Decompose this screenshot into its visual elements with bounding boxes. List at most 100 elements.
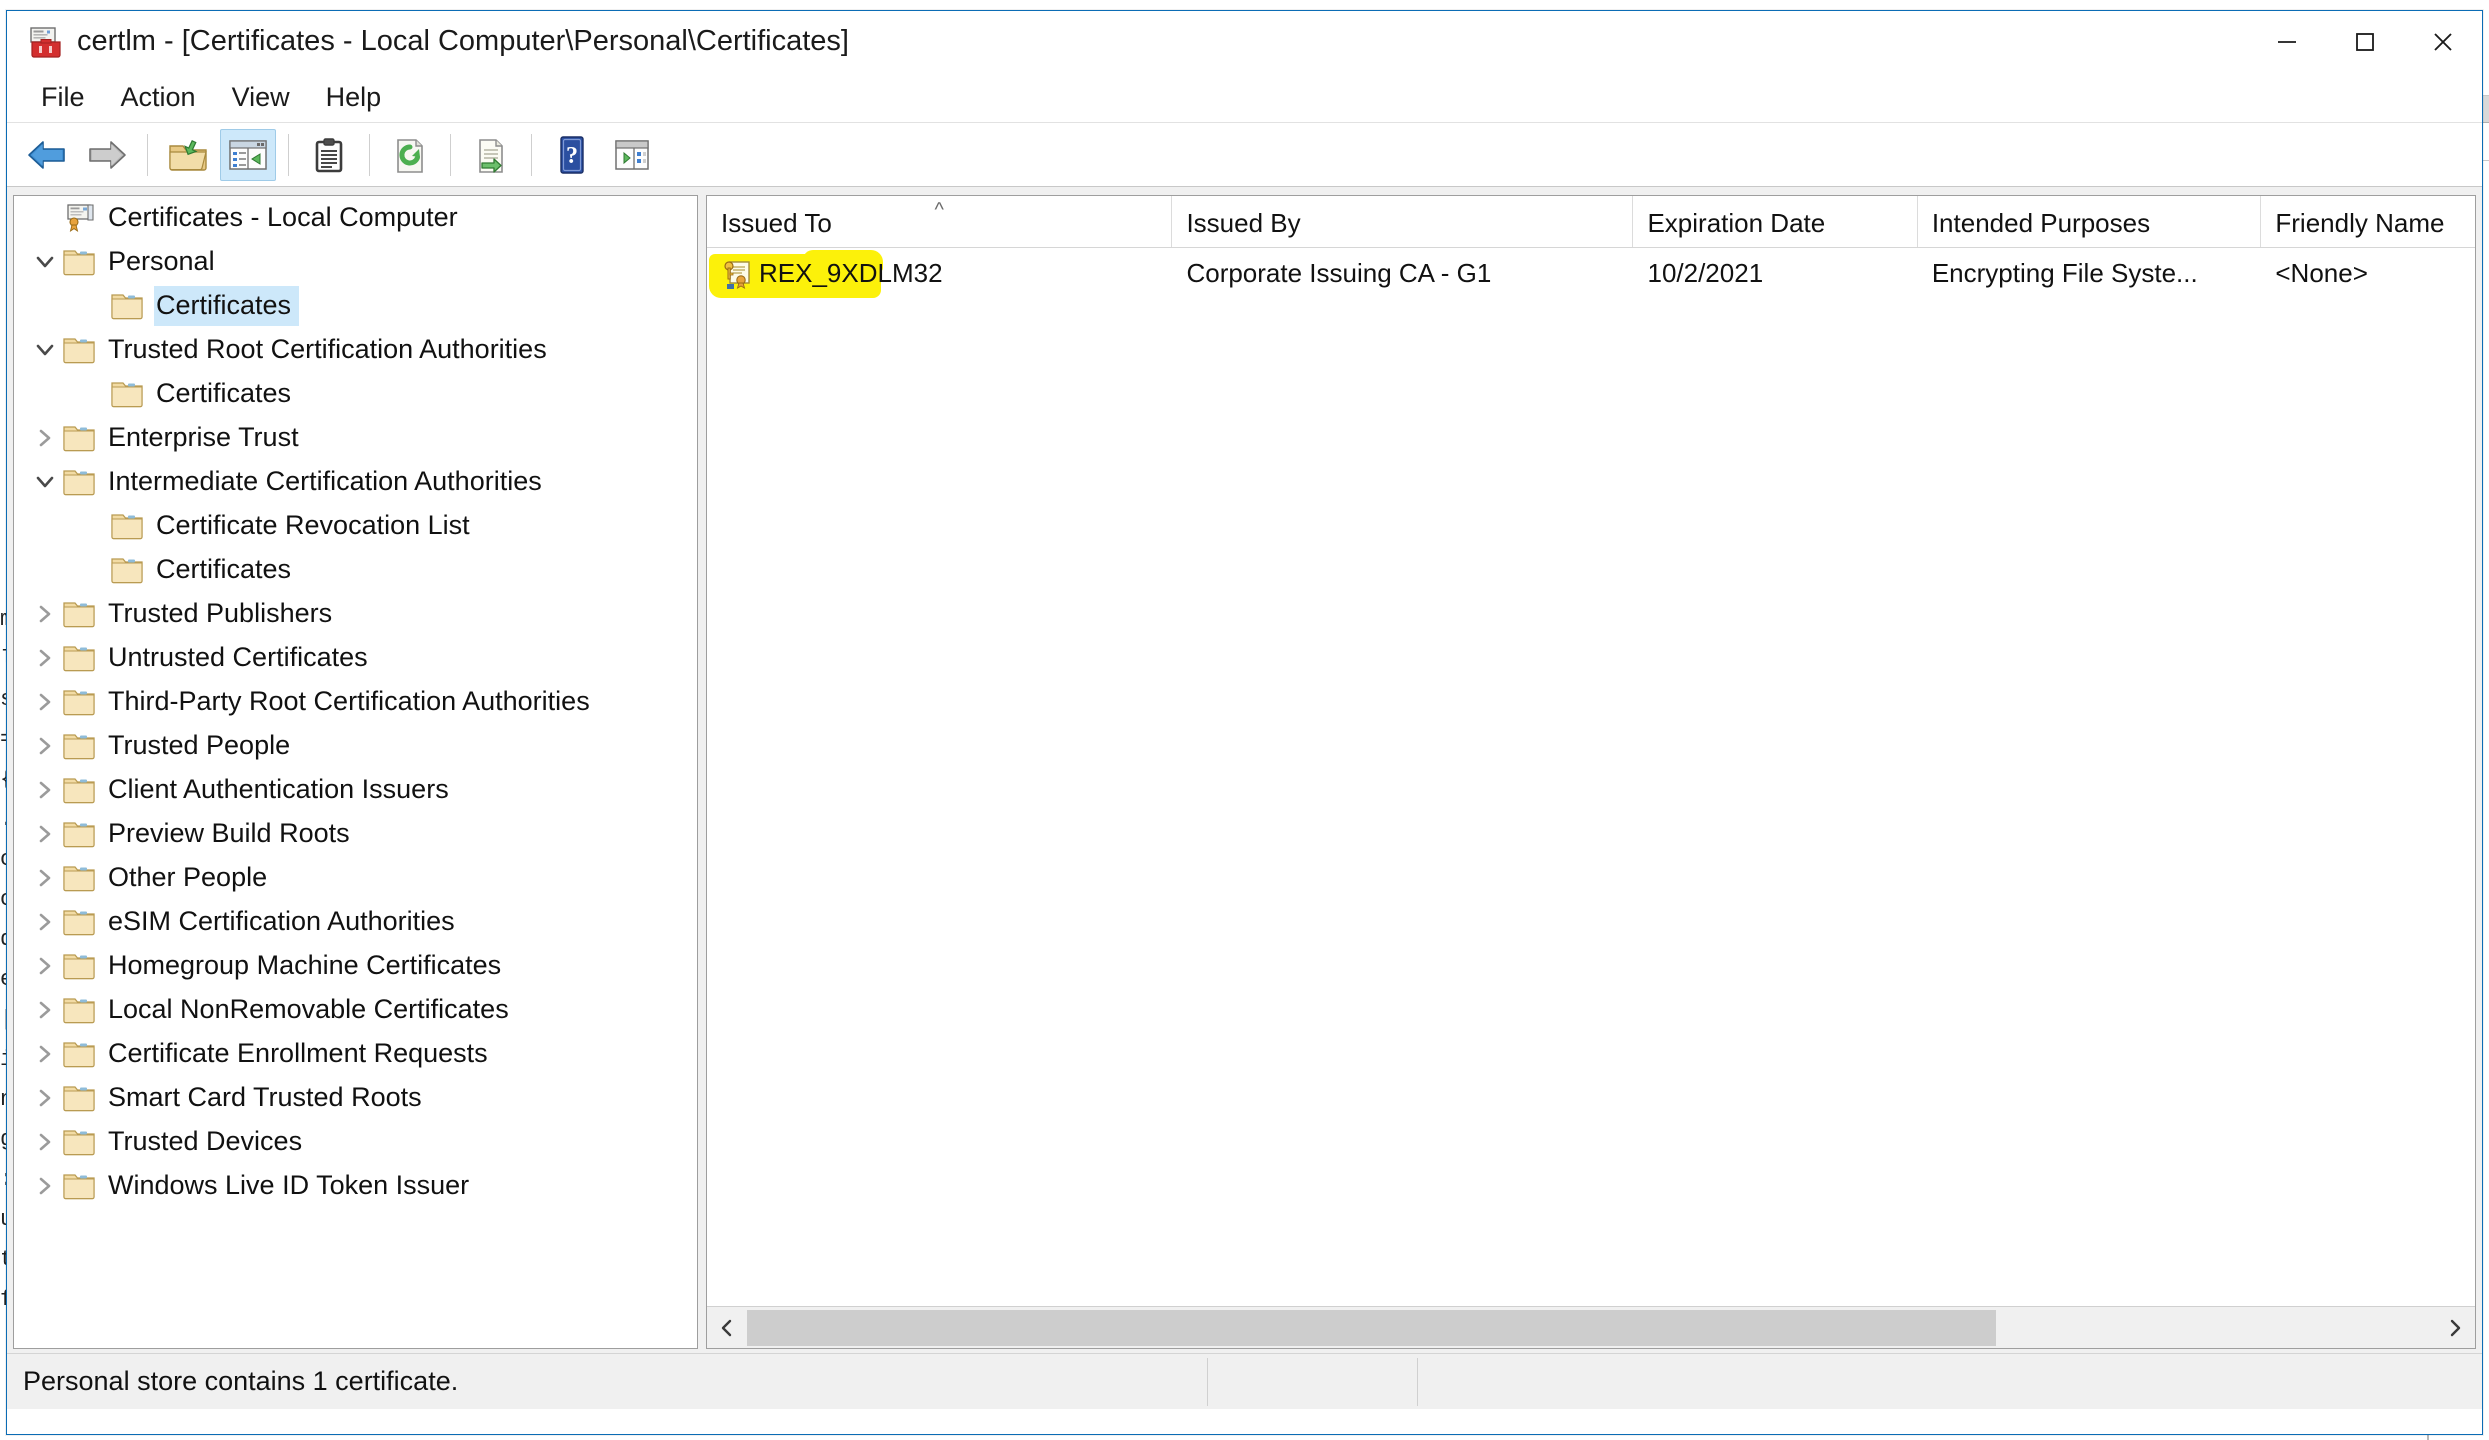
console-tree-pane[interactable]: Certificates - Local Computer Personal C… [13, 195, 698, 1349]
tree-node-label: Certificates [156, 554, 292, 584]
close-icon[interactable] [2404, 11, 2482, 73]
show-action-pane-button[interactable] [604, 129, 660, 181]
chevron-left-icon[interactable] [707, 1308, 747, 1348]
tree-node-trusted-devices[interactable]: Trusted Devices [14, 1120, 697, 1164]
tree-node-enterprise-trust[interactable]: Enterprise Trust [14, 416, 697, 460]
chevron-right-icon[interactable] [28, 779, 62, 801]
properties-button[interactable] [301, 129, 357, 181]
chevron-right-icon[interactable] [28, 735, 62, 757]
tree-node-label: Client Authentication Issuers [108, 774, 449, 804]
horizontal-scrollbar[interactable] [707, 1306, 2475, 1348]
export-list-button[interactable] [463, 129, 519, 181]
chevron-right-icon[interactable] [28, 911, 62, 933]
chevron-right-icon[interactable] [28, 867, 62, 889]
column-header-intended-purposes[interactable]: Intended Purposes [1918, 196, 2262, 247]
scrollbar-track[interactable] [747, 1307, 2435, 1348]
tree-node-certificates[interactable]: Certificates [14, 372, 697, 416]
folder-icon [62, 775, 96, 805]
tree-node-personal[interactable]: Personal [14, 240, 697, 284]
folder-icon [62, 907, 96, 937]
chevron-right-icon[interactable] [28, 955, 62, 977]
tree-node-esim-certification-authorities[interactable]: eSIM Certification Authorities [14, 900, 697, 944]
chevron-right-icon[interactable] [2435, 1308, 2475, 1348]
tree-node-untrusted-certificates[interactable]: Untrusted Certificates [14, 636, 697, 680]
chevron-right-icon[interactable] [28, 999, 62, 1021]
tree-node-certificates-local-computer[interactable]: Certificates - Local Computer [14, 196, 697, 240]
help-button[interactable]: ? [544, 129, 600, 181]
folder-icon [62, 819, 96, 849]
chevron-right-icon[interactable] [28, 823, 62, 845]
tree-node-certificate-revocation-list[interactable]: Certificate Revocation List [14, 504, 697, 548]
chevron-down-icon[interactable] [28, 471, 62, 493]
forward-button[interactable] [79, 129, 135, 181]
tree-node-label: Preview Build Roots [108, 818, 350, 848]
tree-node-trusted-root-certification-authorities[interactable]: Trusted Root Certification Authorities [14, 328, 697, 372]
tree-node-local-nonremovable-certificates[interactable]: Local NonRemovable Certificates [14, 988, 697, 1032]
folder-icon [110, 555, 144, 585]
tree-node-label: Trusted Devices [108, 1126, 303, 1156]
maximize-icon[interactable] [2326, 11, 2404, 73]
tree-node-certificates[interactable]: Certificates [14, 284, 697, 328]
tree-node-preview-build-roots[interactable]: Preview Build Roots [14, 812, 697, 856]
toolbar: ? [7, 123, 2482, 187]
folder-icon [62, 687, 96, 717]
menu-item-view[interactable]: View [214, 76, 308, 119]
folder-icon [62, 599, 96, 629]
chevron-right-icon[interactable] [28, 427, 62, 449]
chevron-right-icon[interactable] [28, 1043, 62, 1065]
tree-node-trusted-people[interactable]: Trusted People [14, 724, 697, 768]
column-header-expiration-date[interactable]: Expiration Date [1633, 196, 1918, 247]
column-label: Issued To [721, 208, 832, 238]
column-header-issued-by[interactable]: Issued By [1172, 196, 1634, 247]
chevron-down-icon[interactable] [28, 339, 62, 361]
up-one-level-button[interactable] [160, 129, 216, 181]
column-header-issued-to[interactable]: ^ Issued To [707, 196, 1173, 247]
folder-icon [62, 1127, 96, 1157]
chevron-right-icon[interactable] [28, 1175, 62, 1197]
minimize-icon[interactable] [2248, 11, 2326, 73]
tree-node-label: eSIM Certification Authorities [108, 906, 455, 936]
tree-node-label: Windows Live ID Token Issuer [108, 1170, 470, 1200]
tree-node-label: Certificates [156, 378, 292, 408]
chevron-right-icon[interactable] [28, 1087, 62, 1109]
title-bar[interactable]: certlm - [Certificates - Local Computer\… [7, 11, 2482, 73]
chevron-right-icon[interactable] [28, 691, 62, 713]
toolbar-separator [369, 133, 370, 176]
column-header-friendly-name[interactable]: Friendly Name [2261, 196, 2475, 247]
caption-button-group [2248, 11, 2482, 73]
chevron-right-icon[interactable] [28, 647, 62, 669]
menu-item-action[interactable]: Action [103, 76, 214, 119]
refresh-button[interactable] [382, 129, 438, 181]
column-label: Friendly Name [2275, 208, 2445, 238]
sort-ascending-icon: ^ [934, 199, 944, 221]
tree-node-certificate-enrollment-requests[interactable]: Certificate Enrollment Requests [14, 1032, 697, 1076]
tree-node-other-people[interactable]: Other People [14, 856, 697, 900]
tree-node-smart-card-trusted-roots[interactable]: Smart Card Trusted Roots [14, 1076, 697, 1120]
certificate-store-icon [29, 25, 63, 59]
table-row[interactable]: REX_9XDLM32 Corporate Issuing CA - G1 10… [707, 248, 2475, 298]
tree-node-trusted-publishers[interactable]: Trusted Publishers [14, 592, 697, 636]
tree-node-certificates[interactable]: Certificates [14, 548, 697, 592]
chevron-right-icon[interactable] [28, 603, 62, 625]
tree-node-homegroup-machine-certificates[interactable]: Homegroup Machine Certificates [14, 944, 697, 988]
menu-item-file[interactable]: File [23, 76, 103, 119]
folder-icon [62, 643, 96, 673]
show-hide-tree-button[interactable] [220, 128, 276, 181]
scrollbar-thumb[interactable] [747, 1309, 1997, 1346]
chevron-right-icon[interactable] [28, 1131, 62, 1153]
tree-node-client-authentication-issuers[interactable]: Client Authentication Issuers [14, 768, 697, 812]
certificate-list-pane[interactable]: ^ Issued To Issued By Expiration Date In… [706, 195, 2476, 1349]
tree-node-intermediate-certification-authorities[interactable]: Intermediate Certification Authorities [14, 460, 697, 504]
folder-icon [110, 379, 144, 409]
tree-node-label: Enterprise Trust [108, 422, 299, 452]
tree-node-third-party-root-certification-authorities[interactable]: Third-Party Root Certification Authoriti… [14, 680, 697, 724]
chevron-down-icon[interactable] [28, 251, 62, 273]
cell-issued-by: Corporate Issuing CA - G1 [1186, 257, 1492, 288]
folder-icon [62, 1083, 96, 1113]
toolbar-separator [147, 133, 148, 176]
certificate-icon [721, 257, 753, 289]
menu-item-help[interactable]: Help [308, 76, 400, 119]
certlm-window: certlm - [Certificates - Local Computer\… [6, 10, 2483, 1435]
tree-node-windows-live-id-token-issuer[interactable]: Windows Live ID Token Issuer [14, 1164, 697, 1208]
back-button[interactable] [19, 129, 75, 181]
